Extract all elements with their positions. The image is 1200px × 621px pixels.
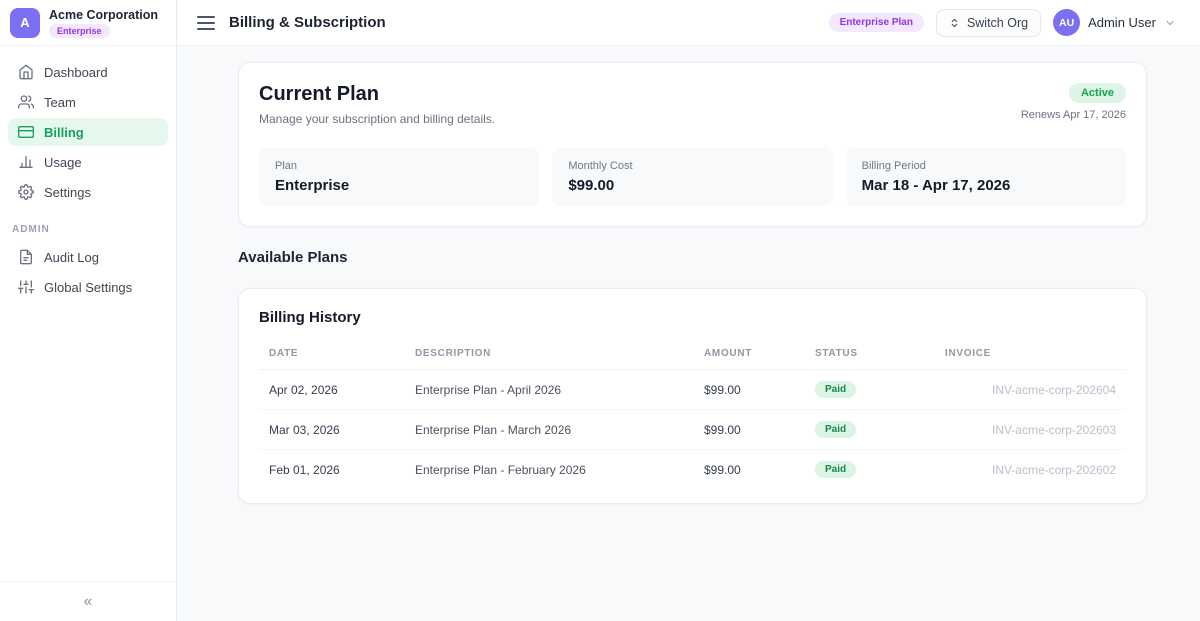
sidebar-item-label: Usage [44, 155, 82, 170]
sidebar: A Acme Corporation Enterprise Dashboard … [0, 0, 177, 621]
enterprise-plan-badge: Enterprise Plan [829, 13, 924, 32]
sidebar-item-dashboard[interactable]: Dashboard [8, 58, 168, 86]
stat-value: Enterprise [275, 177, 523, 194]
sidebar-item-billing[interactable]: Billing [8, 118, 168, 146]
user-avatar: AU [1053, 9, 1080, 36]
cell-invoice: INV-acme-corp-202603 [935, 410, 1126, 450]
stat-label: Billing Period [862, 160, 1110, 172]
stat-label: Plan [275, 160, 523, 172]
sidebar-item-usage[interactable]: Usage [8, 148, 168, 176]
status-badge-active: Active [1069, 83, 1126, 103]
plan-stats-row: Plan Enterprise Monthly Cost $99.00 Bill… [259, 148, 1126, 206]
cell-status: Paid [805, 450, 935, 490]
column-header-date: DATE [259, 342, 405, 370]
main-column: Billing & Subscription Enterprise Plan S… [177, 0, 1200, 621]
table-row: Feb 01, 2026 Enterprise Plan - February … [259, 450, 1126, 490]
stat-monthly-cost: Monthly Cost $99.00 [552, 148, 832, 206]
switch-org-button[interactable]: Switch Org [936, 9, 1041, 37]
cell-description: Enterprise Plan - March 2026 [405, 410, 694, 450]
paid-badge: Paid [815, 381, 856, 398]
cell-date: Feb 01, 2026 [259, 450, 405, 490]
billing-history-title: Billing History [259, 309, 1126, 326]
column-header-amount: AMOUNT [694, 342, 805, 370]
cell-amount: $99.00 [694, 370, 805, 410]
content-area: Current Plan Manage your subscription an… [177, 46, 1200, 621]
paid-badge: Paid [815, 421, 856, 438]
sidebar-section-admin: ADMIN [0, 208, 176, 241]
org-plan-badge: Enterprise [49, 24, 110, 38]
sidebar-collapse-button[interactable]: « [84, 593, 93, 611]
sidebar-footer: « [0, 581, 176, 621]
org-name: Acme Corporation [49, 8, 158, 22]
stat-billing-period: Billing Period Mar 18 - Apr 17, 2026 [846, 148, 1126, 206]
sidebar-item-global-settings[interactable]: Global Settings [8, 273, 168, 301]
sidebar-item-team[interactable]: Team [8, 88, 168, 116]
user-menu[interactable]: AU Admin User [1053, 9, 1176, 36]
home-icon [18, 64, 34, 80]
org-header[interactable]: A Acme Corporation Enterprise [0, 0, 176, 46]
current-plan-card: Current Plan Manage your subscription an… [238, 62, 1147, 227]
chevron-down-icon [1164, 17, 1176, 29]
gear-icon [18, 184, 34, 200]
paid-badge: Paid [815, 461, 856, 478]
cell-date: Mar 03, 2026 [259, 410, 405, 450]
org-avatar: A [10, 8, 40, 38]
stat-value: Mar 18 - Apr 17, 2026 [862, 177, 1110, 194]
document-icon [18, 249, 34, 265]
cell-date: Apr 02, 2026 [259, 370, 405, 410]
sidebar-item-label: Audit Log [44, 250, 99, 265]
cell-invoice: INV-acme-corp-202604 [935, 370, 1126, 410]
table-row: Mar 03, 2026 Enterprise Plan - March 202… [259, 410, 1126, 450]
billing-history-table: DATE DESCRIPTION AMOUNT STATUS INVOICE A… [259, 342, 1126, 489]
switch-org-label: Switch Org [967, 16, 1028, 30]
hamburger-menu-icon[interactable] [197, 16, 215, 30]
column-header-invoice: INVOICE [935, 342, 1126, 370]
sidebar-item-label: Dashboard [44, 65, 108, 80]
user-name: Admin User [1088, 15, 1156, 30]
team-icon [18, 94, 34, 110]
cell-amount: $99.00 [694, 450, 805, 490]
sidebar-nav: Dashboard Team Billing Usage Settings [0, 46, 176, 303]
sidebar-item-audit-log[interactable]: Audit Log [8, 243, 168, 271]
page-title: Billing & Subscription [229, 14, 386, 31]
renews-text: Renews Apr 17, 2026 [1021, 109, 1126, 121]
cell-status: Paid [805, 370, 935, 410]
sidebar-item-label: Team [44, 95, 76, 110]
sliders-icon [18, 279, 34, 295]
table-header-row: DATE DESCRIPTION AMOUNT STATUS INVOICE [259, 342, 1126, 370]
sidebar-item-label: Settings [44, 185, 91, 200]
topbar: Billing & Subscription Enterprise Plan S… [177, 0, 1200, 46]
table-row: Apr 02, 2026 Enterprise Plan - April 202… [259, 370, 1126, 410]
sidebar-item-label: Billing [44, 125, 84, 140]
credit-card-icon [18, 124, 34, 140]
cell-amount: $99.00 [694, 410, 805, 450]
bar-chart-icon [18, 154, 34, 170]
swap-vertical-icon [949, 17, 960, 29]
column-header-status: STATUS [805, 342, 935, 370]
available-plans-heading: Available Plans [238, 249, 1147, 266]
sidebar-item-label: Global Settings [44, 280, 132, 295]
cell-description: Enterprise Plan - April 2026 [405, 370, 694, 410]
current-plan-title: Current Plan [259, 83, 495, 106]
billing-history-card: Billing History DATE DESCRIPTION AMOUNT … [238, 288, 1147, 504]
sidebar-item-settings[interactable]: Settings [8, 178, 168, 206]
cell-invoice: INV-acme-corp-202602 [935, 450, 1126, 490]
stat-plan: Plan Enterprise [259, 148, 539, 206]
stat-value: $99.00 [568, 177, 816, 194]
column-header-description: DESCRIPTION [405, 342, 694, 370]
stat-label: Monthly Cost [568, 160, 816, 172]
current-plan-subtitle: Manage your subscription and billing det… [259, 112, 495, 126]
cell-description: Enterprise Plan - February 2026 [405, 450, 694, 490]
cell-status: Paid [805, 410, 935, 450]
